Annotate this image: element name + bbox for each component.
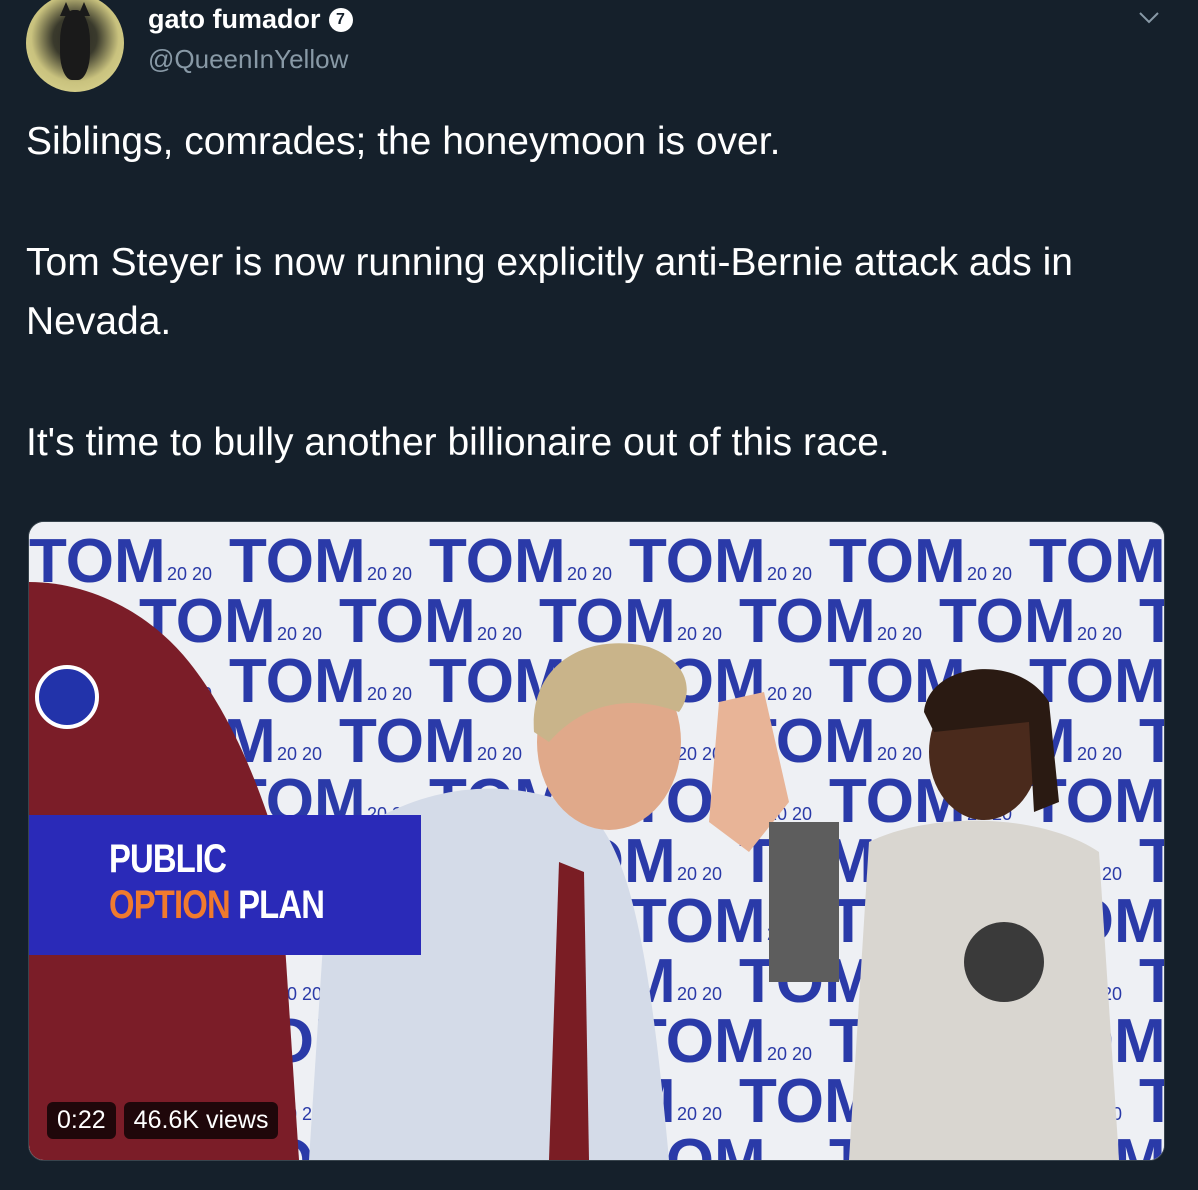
tweet-text-line-3: It's time to bully another billionaire o… <box>26 421 890 464</box>
backdrop-word: TOM <box>739 587 876 656</box>
backdrop-year: 20 20 <box>477 624 522 644</box>
backdrop-word: TOM <box>229 647 366 716</box>
child-sleeve <box>769 822 839 982</box>
video-badges: 0:22 46.6K views <box>47 1102 279 1139</box>
backdrop-year: 20 20 <box>567 564 612 584</box>
backdrop-word: TOM <box>1029 527 1164 596</box>
tweet: gato fumador 7 @QueenInYellow Siblings, … <box>0 0 1198 1190</box>
backdrop-year: 20 20 <box>767 564 812 584</box>
tweet-text: Siblings, comrades; the honeymoon is ove… <box>26 112 1166 472</box>
overlay-word-plan: PLAN <box>238 883 325 927</box>
backdrop-word: TOM <box>629 887 766 956</box>
backdrop-word: TOM <box>629 527 766 596</box>
backdrop-year: 20 20 <box>277 744 322 764</box>
backdrop-year: 20 20 <box>677 1104 722 1124</box>
video-views: 46.6K views <box>123 1102 279 1139</box>
author-handle[interactable]: @QueenInYellow <box>148 44 348 75</box>
backdrop-word: TOM <box>939 587 1076 656</box>
tweet-text-line-1: Siblings, comrades; the honeymoon is ove… <box>26 120 781 163</box>
video-player[interactable]: TOM 20 20 TOM 20 20 TOM 20 20 TOM 20 20 TOM 20 20… <box>28 521 1165 1161</box>
tweet-text-line-2: Tom Steyer is now running explicitly ant… <box>26 241 1073 343</box>
backdrop-word: TOM <box>229 527 366 596</box>
backdrop-year: 20 20 <box>767 1044 812 1064</box>
backdrop-word: TOM <box>1139 587 1164 656</box>
avatar-cat-icon <box>60 10 90 80</box>
backdrop-word: TOM <box>339 587 476 656</box>
video-caption-overlay: PUBLIC OPTION PLAN <box>29 815 421 955</box>
verified-badge-icon: 7 <box>328 7 353 32</box>
backdrop-year: 20 20 <box>677 624 722 644</box>
author-name[interactable]: gato fumador <box>148 4 321 35</box>
child-shirt-graphic <box>964 922 1044 1002</box>
backdrop-word: TOM <box>829 527 966 596</box>
author-row: gato fumador 7 <box>148 4 353 35</box>
backdrop-year: 20 20 <box>767 684 812 704</box>
backdrop-year: 20 20 <box>677 864 722 884</box>
backdrop-year: 20 20 <box>367 564 412 584</box>
backdrop-word: TOM <box>1139 1067 1164 1136</box>
backdrop-year: 20 20 <box>1077 744 1122 764</box>
backdrop-year: 20 20 <box>277 624 322 644</box>
backdrop-year: 20 20 <box>967 564 1012 584</box>
backdrop-year: 20 20 <box>877 624 922 644</box>
chevron-down-icon[interactable] <box>1136 4 1162 30</box>
backdrop-year: 20 20 <box>367 684 412 704</box>
backdrop-year: 20 20 <box>477 744 522 764</box>
backdrop-year: 20 20 <box>1077 624 1122 644</box>
backdrop-word: TOM <box>339 707 476 776</box>
overlay-line-2: OPTION PLAN <box>109 883 325 928</box>
overlay-word-option: OPTION <box>109 883 231 927</box>
backdrop-year: 20 20 <box>167 564 212 584</box>
backdrop-year: 20 20 <box>677 984 722 1004</box>
backdrop-word: TOM <box>1139 947 1164 1016</box>
overlay-line-1: PUBLIC <box>109 837 227 881</box>
avatar[interactable] <box>26 0 124 92</box>
backdrop-word: TOM <box>1139 827 1164 896</box>
backdrop-year: 20 20 <box>877 744 922 764</box>
backdrop-word: TOM <box>1139 707 1164 776</box>
campaign-button <box>35 665 99 729</box>
backdrop-word: TOM <box>429 527 566 596</box>
video-duration: 0:22 <box>47 1102 116 1139</box>
